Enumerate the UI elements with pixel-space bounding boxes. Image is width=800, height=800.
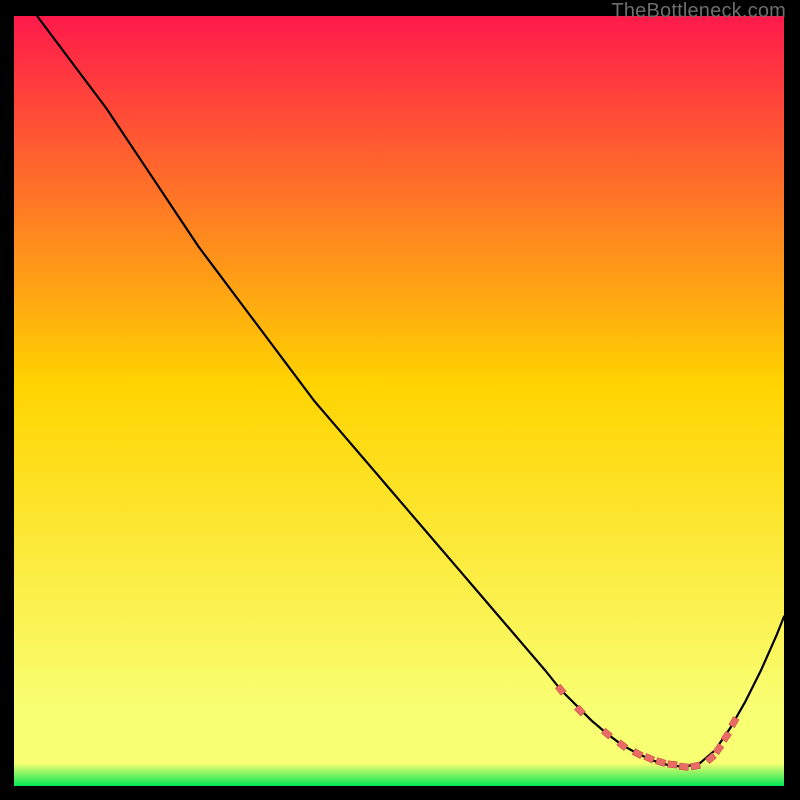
highlight-marker	[679, 763, 689, 770]
watermark-text: TheBottleneck.com	[611, 0, 786, 23]
highlight-marker	[690, 762, 700, 770]
gradient-background	[14, 16, 784, 786]
chart-stage: TheBottleneck.com	[0, 0, 800, 800]
highlight-marker	[668, 761, 678, 768]
bottleneck-chart	[14, 16, 784, 786]
